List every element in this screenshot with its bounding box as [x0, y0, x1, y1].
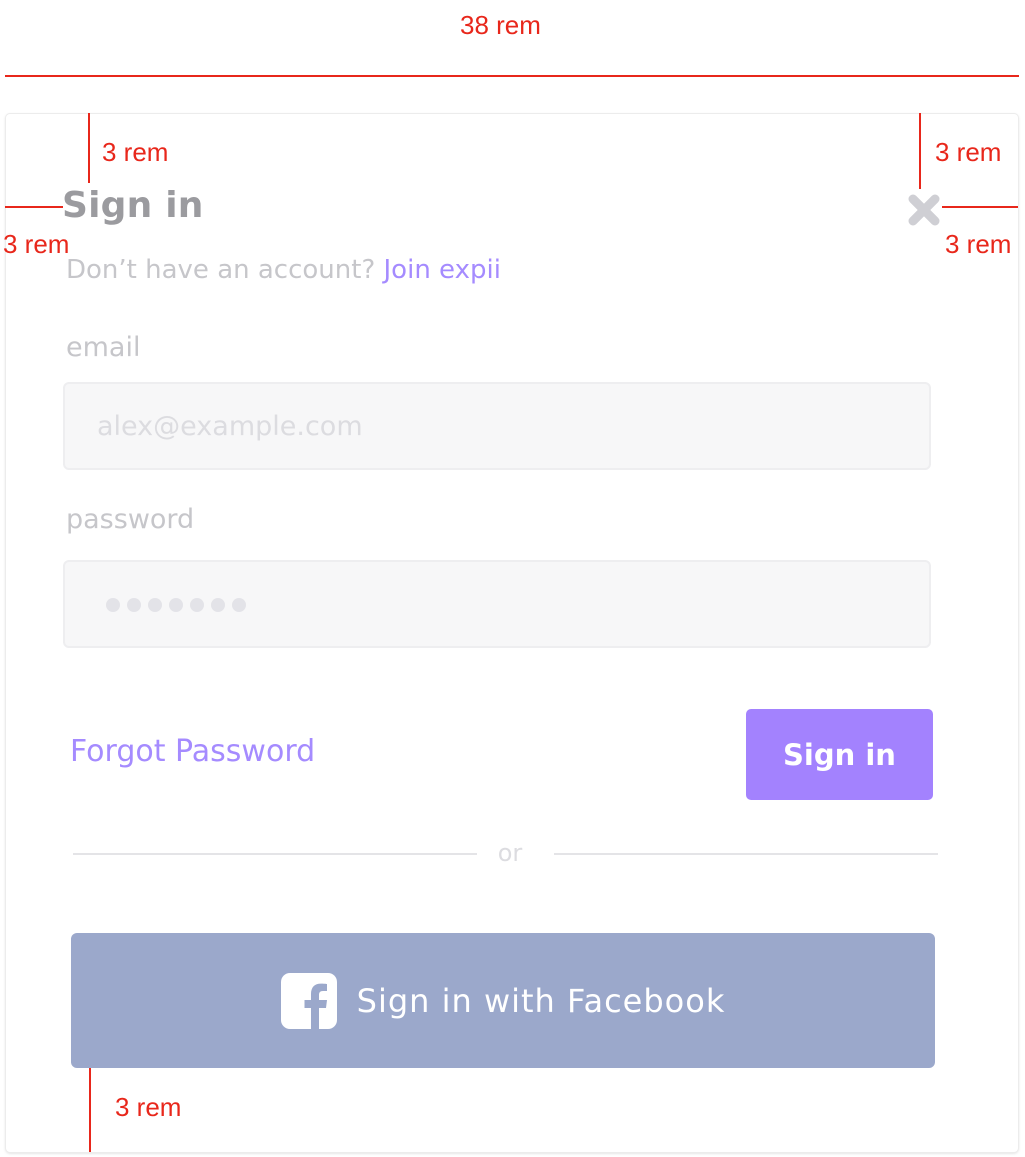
bottom-annotation-line: [89, 1068, 91, 1152]
top-right-annotation-line: [919, 113, 921, 189]
join-link[interactable]: Join expii: [384, 255, 501, 285]
password-field[interactable]: [63, 560, 931, 648]
modal-title: Sign in: [62, 185, 204, 226]
top-left-annotation-line: [88, 113, 90, 183]
top-right-annotation-label: 3 rem: [935, 137, 1002, 167]
email-label: email: [66, 332, 141, 363]
facebook-signin-button[interactable]: Sign in with Facebook: [71, 933, 935, 1068]
facebook-icon: [280, 972, 337, 1029]
signup-prompt-text: Don’t have an account?: [66, 255, 376, 285]
email-field[interactable]: [63, 382, 931, 470]
right-annotation-label: 3 rem: [945, 229, 1012, 259]
right-annotation-line: [942, 206, 1018, 208]
left-annotation-label: 3 rem: [3, 229, 70, 259]
bottom-annotation-label: 3 rem: [115, 1092, 182, 1122]
divider-right: [554, 853, 938, 855]
divider-text: or: [497, 839, 523, 867]
width-annotation-line: [5, 75, 1019, 77]
forgot-password-link[interactable]: Forgot Password: [70, 732, 315, 772]
signin-button[interactable]: Sign in: [746, 709, 933, 800]
close-icon: [908, 194, 940, 226]
divider-left: [73, 853, 477, 855]
signup-prompt: Don’t have an account? Join expii: [66, 252, 501, 288]
top-left-annotation-label: 3 rem: [102, 137, 169, 167]
close-button[interactable]: [906, 192, 942, 228]
width-annotation-label: 38 rem: [460, 10, 541, 40]
left-annotation-line: [5, 206, 63, 208]
facebook-signin-label: Sign in with Facebook: [356, 981, 726, 1020]
password-label: password: [66, 504, 195, 535]
